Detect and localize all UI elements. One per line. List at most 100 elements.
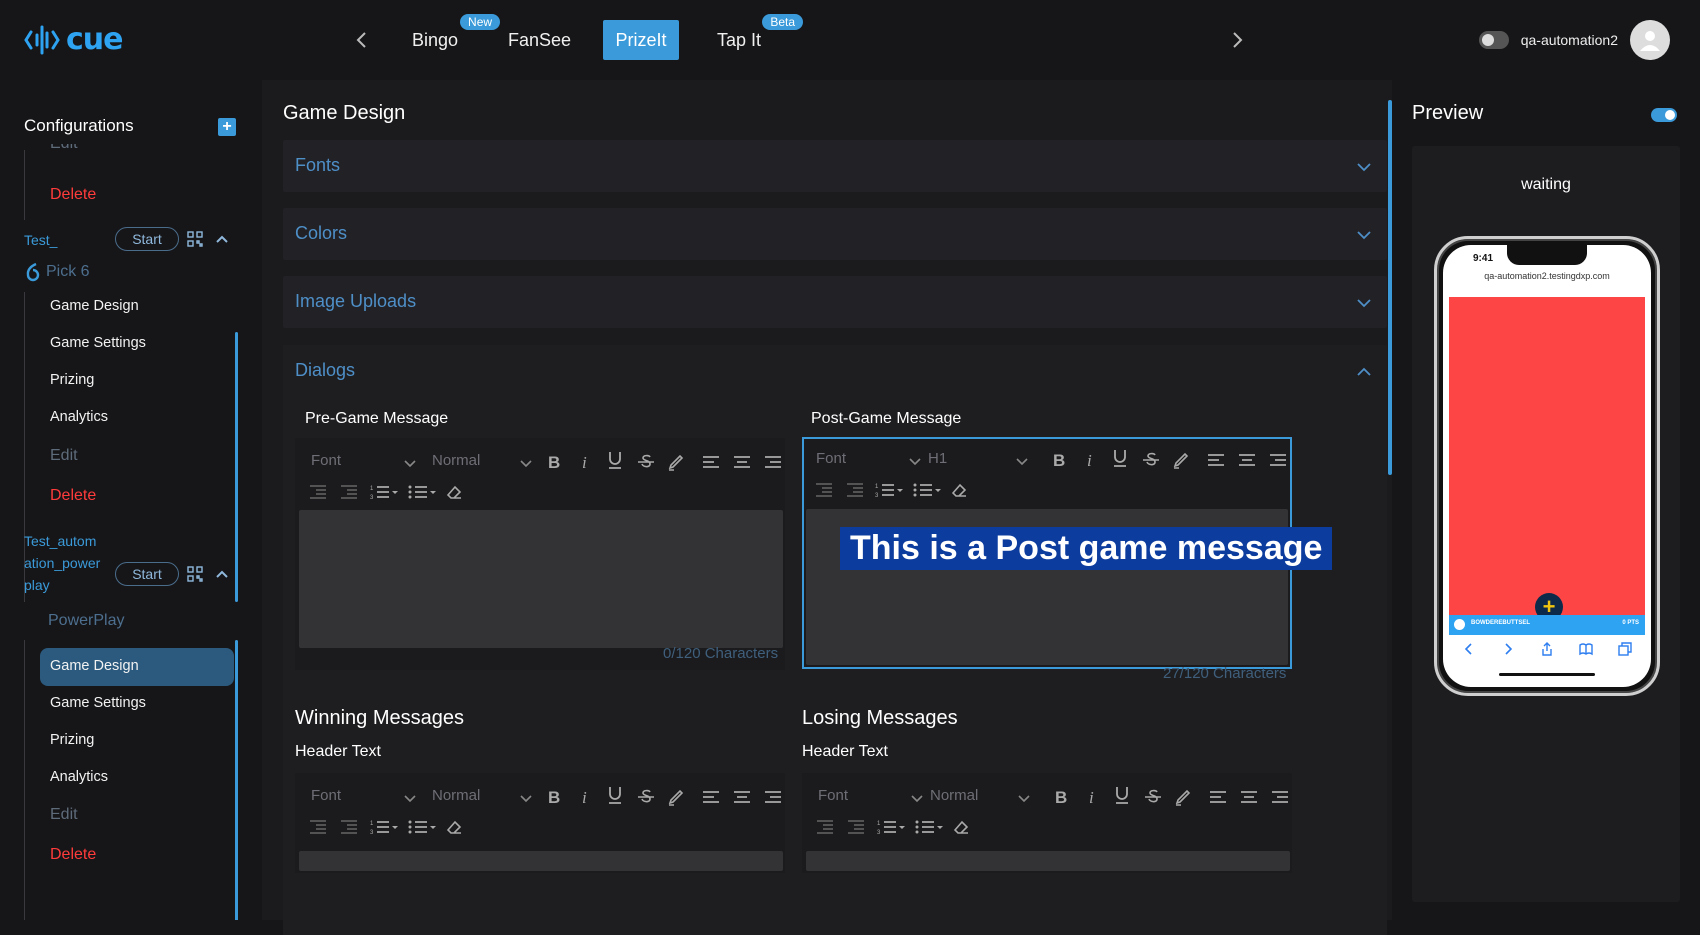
align-right-icon[interactable] [1267,449,1289,471]
align-left-icon[interactable] [700,786,722,808]
sidebar-item-prizing[interactable]: Prizing [50,732,94,748]
outdent-icon[interactable] [813,479,835,501]
bold-icon[interactable]: B [543,786,565,808]
font-select[interactable]: Font [311,787,416,804]
indent-icon[interactable] [845,816,867,838]
size-select[interactable]: Normal [432,452,532,469]
sidebar-item-edit[interactable]: Edit [50,447,78,465]
highlighter-icon[interactable] [665,451,687,473]
sidebar-item-analytics[interactable]: Analytics [50,409,108,425]
italic-icon[interactable]: i [1079,449,1101,471]
highlighter-icon[interactable] [665,786,687,808]
italic-icon[interactable]: i [1081,786,1103,808]
font-select[interactable]: Font [816,450,921,467]
cue-logo[interactable]: cue [24,22,123,57]
sidebar-item-game-design-selected[interactable]: Game Design [50,658,139,674]
sidebar-item-analytics[interactable]: Analytics [50,769,108,785]
config-name-test[interactable]: Test_ [24,232,57,248]
italic-icon[interactable]: i [574,786,596,808]
size-select[interactable]: Normal [432,787,532,804]
bullet-list-icon[interactable] [407,481,437,503]
add-configuration-button[interactable]: + [218,118,236,136]
preview-toggle[interactable] [1651,108,1677,122]
collapse-chevron-icon[interactable] [214,231,230,247]
underline-icon[interactable] [1111,784,1133,806]
bullet-list-icon[interactable] [407,816,437,838]
highlighter-icon[interactable] [1170,449,1192,471]
ordered-list-icon[interactable]: 13 [876,816,906,838]
underline-icon[interactable] [604,784,626,806]
clear-format-icon[interactable] [950,816,972,838]
section-fonts[interactable]: Fonts [283,140,1387,192]
strikethrough-icon[interactable] [1142,786,1164,808]
font-select[interactable]: Font [311,452,416,469]
share-icon[interactable] [1539,641,1555,657]
align-center-icon[interactable] [731,451,753,473]
config-start-button[interactable]: Start [115,562,179,586]
pre-game-text-area[interactable] [299,510,783,648]
align-left-icon[interactable] [700,451,722,473]
sidebar-item-prizing[interactable]: Prizing [50,372,94,388]
tabs-icon[interactable] [1617,641,1633,657]
italic-icon[interactable]: i [574,451,596,473]
sidebar-item-delete[interactable]: Delete [50,487,96,505]
bullet-list-icon[interactable] [914,816,944,838]
sidebar-item-game-settings[interactable]: Game Settings [50,695,146,711]
sidebar-item-edit-partial[interactable]: Edit [50,144,78,156]
clear-format-icon[interactable] [443,816,465,838]
size-select[interactable]: H1 [928,450,1028,467]
back-icon[interactable] [1461,641,1477,657]
tab-tap-it[interactable]: Tap It Beta [703,14,804,60]
tab-fansee[interactable]: FanSee [494,20,585,60]
clear-format-icon[interactable] [948,479,970,501]
sidebar-scrollbar[interactable] [235,640,238,920]
sidebar-item-delete[interactable]: Delete [50,186,96,204]
align-center-icon[interactable] [1238,786,1260,808]
config-start-button[interactable]: Start [115,227,179,251]
align-left-icon[interactable] [1205,449,1227,471]
bookmarks-icon[interactable] [1578,641,1594,657]
highlighter-icon[interactable] [1172,786,1194,808]
align-center-icon[interactable] [1236,449,1258,471]
section-colors[interactable]: Colors [283,208,1387,260]
indent-icon[interactable] [338,481,360,503]
sidebar-item-edit[interactable]: Edit [50,806,78,824]
config-name-powerplay[interactable]: Test_autom ation_power play [24,530,100,596]
font-select[interactable]: Font [818,787,923,804]
ordered-list-icon[interactable]: 13 [369,816,399,838]
tab-prizeit[interactable]: PrizeIt [603,20,679,60]
collapse-chevron-icon[interactable] [214,566,230,582]
align-left-icon[interactable] [1207,786,1229,808]
tabs-next-button[interactable] [1225,28,1249,52]
chevron-up-icon[interactable] [1355,363,1373,381]
avatar[interactable] [1630,20,1670,60]
bold-icon[interactable]: B [543,451,565,473]
size-select[interactable]: Normal [930,787,1030,804]
bold-icon[interactable]: B [1048,449,1070,471]
align-right-icon[interactable] [762,451,784,473]
section-dialogs-label[interactable]: Dialogs [295,360,355,381]
winning-header-text-area[interactable] [299,851,783,871]
ordered-list-icon[interactable]: 13 [874,479,904,501]
strikethrough-icon[interactable] [635,786,657,808]
sidebar-scrollbar[interactable] [235,332,238,602]
align-right-icon[interactable] [762,786,784,808]
outdent-icon[interactable] [814,816,836,838]
underline-icon[interactable] [1109,447,1131,469]
forward-icon[interactable] [1500,641,1516,657]
theme-toggle[interactable] [1478,31,1509,49]
sidebar-item-game-settings[interactable]: Game Settings [50,335,146,351]
sidebar-item-game-design[interactable]: Game Design [50,298,139,314]
tab-bingo[interactable]: Bingo New [398,14,501,60]
tabs-prev-button[interactable] [350,28,374,52]
outdent-icon[interactable] [307,816,329,838]
align-center-icon[interactable] [731,786,753,808]
bullet-list-icon[interactable] [912,479,942,501]
bold-icon[interactable]: B [1050,786,1072,808]
qr-code-icon[interactable] [187,566,203,582]
outdent-icon[interactable] [307,481,329,503]
qr-code-icon[interactable] [187,231,203,247]
align-right-icon[interactable] [1269,786,1291,808]
section-image-uploads[interactable]: Image Uploads [283,276,1387,328]
underline-icon[interactable] [604,449,626,471]
